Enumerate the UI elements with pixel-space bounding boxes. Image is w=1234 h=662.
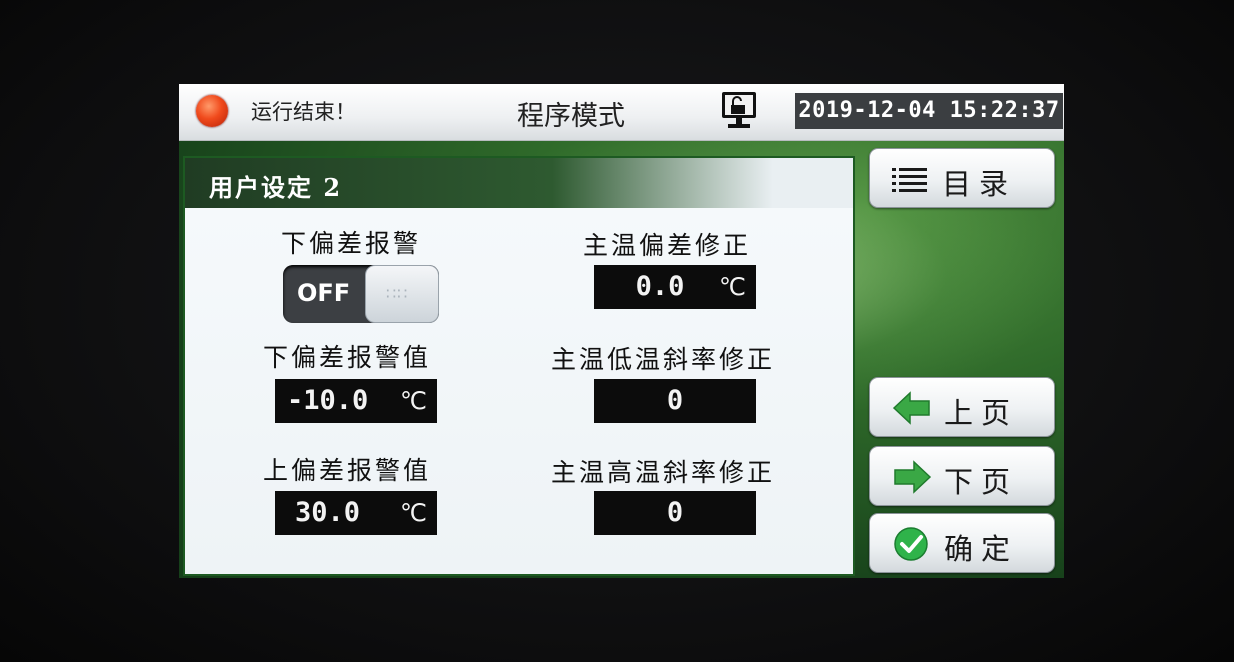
next-page-button[interactable]: 下页	[869, 446, 1055, 506]
settings-panel: 用户设定 2 下偏差报警 OFF ∷∷ 下偏差报警值 -10.0 ℃ 上偏差报警…	[183, 156, 855, 576]
value-text: 30.0	[295, 497, 361, 528]
lower-dev-alarm-toggle[interactable]: OFF ∷∷	[283, 265, 439, 323]
mode-title: 程序模式	[517, 101, 625, 132]
lower-dev-alarm-label: 下偏差报警	[281, 229, 422, 258]
value-text: 0.0	[635, 271, 685, 302]
unit-text: ℃	[719, 273, 746, 301]
main-temp-dev-correction-label: 主温偏差修正	[583, 231, 752, 260]
upper-dev-alarm-value-field[interactable]: 30.0 ℃	[275, 491, 437, 535]
confirm-label: 确定	[944, 532, 1019, 566]
right-arrow-icon	[894, 460, 932, 494]
alarm-status-icon[interactable]	[196, 95, 228, 127]
unit-text: ℃	[400, 499, 427, 527]
prev-page-label: 上页	[944, 396, 1019, 430]
touch-screen: 运行结束！ 程序模式 2019-12-04 15:22:37 用户设定 2 下偏…	[179, 84, 1064, 578]
main-temp-dev-correction-field[interactable]: 0.0 ℃	[594, 265, 756, 309]
left-arrow-icon	[892, 391, 930, 425]
lower-dev-alarm-value-field[interactable]: -10.0 ℃	[275, 379, 437, 423]
lock-icon[interactable]	[716, 88, 762, 132]
main-temp-low-slope-field[interactable]: 0	[594, 379, 756, 423]
toggle-state-text: OFF	[297, 279, 351, 307]
confirm-button[interactable]: 确定	[869, 513, 1055, 573]
toggle-knob[interactable]: ∷∷	[365, 265, 439, 323]
unit-text: ℃	[400, 387, 427, 415]
prev-page-button[interactable]: 上页	[869, 377, 1055, 437]
panel-header: 用户设定 2	[185, 158, 853, 208]
check-circle-icon	[894, 527, 928, 561]
run-status-text: 运行结束！	[251, 100, 356, 124]
panel-title: 用户设定 2	[209, 173, 343, 202]
datetime-display: 2019-12-04 15:22:37	[795, 93, 1063, 129]
value-text: 0	[666, 385, 684, 416]
next-page-label: 下页	[944, 465, 1019, 499]
main-temp-high-slope-label: 主温高温斜率修正	[551, 458, 776, 487]
upper-dev-alarm-value-label: 上偏差报警值	[263, 456, 432, 485]
lower-dev-alarm-value-label: 下偏差报警值	[263, 343, 432, 372]
status-bar: 运行结束！ 程序模式 2019-12-04 15:22:37	[179, 84, 1064, 141]
value-text: 0	[666, 497, 684, 528]
knob-grip-icon: ∷∷	[386, 284, 409, 303]
main-temp-low-slope-label: 主温低温斜率修正	[551, 345, 776, 374]
value-text: -10.0	[287, 385, 369, 416]
main-temp-high-slope-field[interactable]: 0	[594, 491, 756, 535]
menu-button-label: 目录	[942, 167, 1017, 201]
menu-button[interactable]: 目录	[869, 148, 1055, 208]
list-icon	[892, 168, 927, 192]
